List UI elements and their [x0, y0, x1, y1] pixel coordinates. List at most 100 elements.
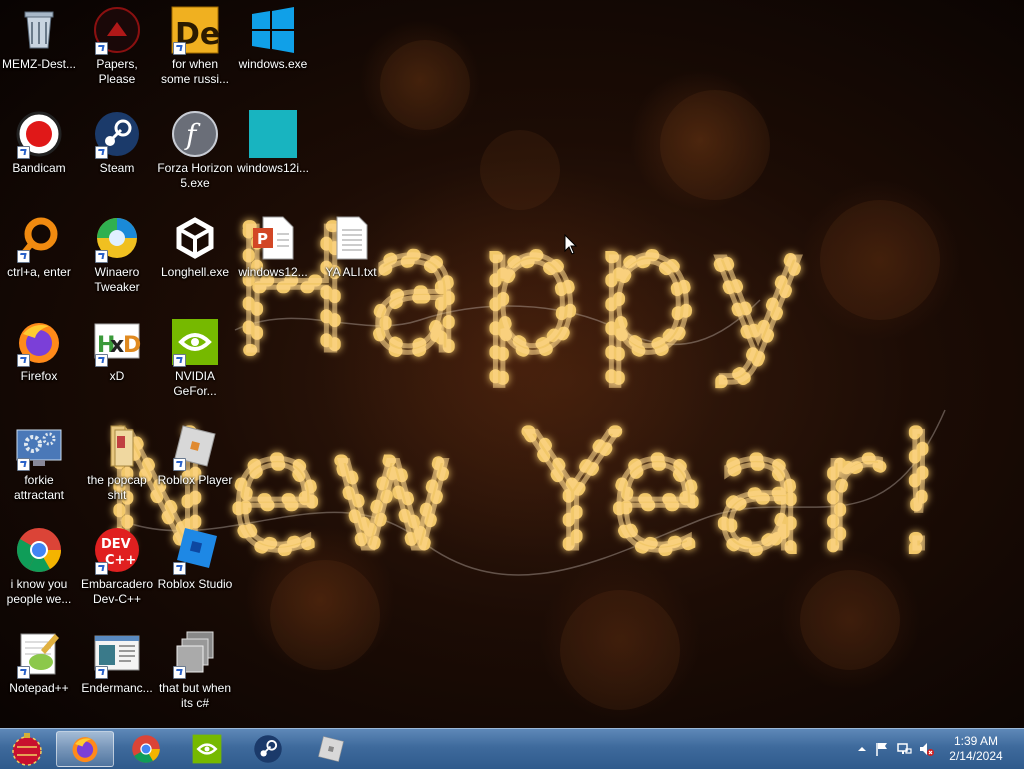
svg-text:DEV: DEV [101, 537, 131, 552]
taskbar-chrome[interactable] [117, 731, 175, 767]
devcpp-icon: DEV C++ [93, 526, 141, 575]
icon-label: Longhell.exe [160, 265, 230, 279]
roblox-player-icon [171, 422, 219, 471]
shortcut-arrow-icon [17, 666, 30, 679]
svg-text:D: D [123, 333, 141, 358]
shortcut-arrow-icon [95, 666, 108, 679]
icon-label: xD [109, 369, 125, 383]
desktop-icon-notepadpp[interactable]: Notepad++ [0, 630, 78, 696]
desktop-icon-forza[interactable]: f Forza Horizon 5.exe [156, 110, 234, 191]
desktop-icon-papers-please[interactable]: Papers, Please [78, 6, 156, 87]
desktop-icon-csharp[interactable]: that but when its c# [156, 630, 234, 711]
icon-label: Bandicam [12, 161, 66, 175]
taskbar: 1:39 AM 2/14/2024 [0, 728, 1024, 769]
icon-label: forkie attractant [13, 473, 65, 502]
desktop-icon-steam[interactable]: Steam [78, 110, 156, 176]
network-icon[interactable] [896, 741, 912, 757]
windows-logo-icon [249, 6, 297, 54]
desktop-icon-roblox-studio[interactable]: Roblox Studio [156, 526, 234, 592]
clock[interactable]: 1:39 AM 2/14/2024 [946, 734, 1006, 764]
taskbar-nvidia[interactable] [178, 731, 236, 767]
firefox-icon [15, 318, 63, 367]
icon-label: NVIDIA GeFor... [173, 369, 217, 398]
wallpaper-wire [234, 299, 761, 346]
desktop-icon-russian[interactable]: De for when some russi... [156, 6, 234, 87]
show-hidden-icons-chevron-icon[interactable] [854, 741, 870, 757]
de-app-icon: De [171, 6, 220, 55]
desktop-icon-popcap[interactable]: the popcap shit [78, 422, 156, 503]
desktop-icon-memz[interactable]: MEMZ-Dest... [0, 6, 78, 72]
orange-ring-icon [15, 214, 63, 263]
wallpaper-bokeh [560, 590, 680, 710]
desktop-icon-windows12-ppt[interactable]: P windows12... [234, 214, 312, 280]
flash-icon: f [171, 110, 219, 158]
taskbar-firefox[interactable] [56, 731, 114, 767]
icon-label: i know you people we... [6, 577, 72, 606]
shortcut-arrow-icon [173, 666, 186, 679]
mouse-cursor-icon [564, 234, 578, 255]
taskbar-steam[interactable] [239, 731, 297, 767]
shortcut-arrow-icon [173, 354, 186, 367]
shortcut-arrow-icon [17, 146, 30, 159]
icon-label: Steam [99, 161, 135, 175]
desktop-icon-bandicam[interactable]: Bandicam [0, 110, 78, 176]
action-center-flag-icon[interactable] [874, 741, 890, 757]
desktop-icon-ya-ali[interactable]: YA ALI.txt [312, 214, 390, 280]
unity-icon [171, 214, 219, 262]
icon-label: ctrl+a, enter [7, 265, 71, 279]
desktop-icon-winaero[interactable]: Winaero Tweaker [78, 214, 156, 295]
shortcut-arrow-icon [95, 354, 108, 367]
chrome-icon [15, 526, 63, 574]
desktop-icon-longhell[interactable]: Longhell.exe [156, 214, 234, 280]
desktop-icon-windows-exe[interactable]: windows.exe [234, 6, 312, 72]
icon-label: for when some russi... [160, 57, 229, 86]
shortcut-arrow-icon [17, 354, 30, 367]
start-button[interactable] [0, 731, 54, 767]
taskbar-roblox[interactable] [302, 731, 360, 767]
svg-text:C++: C++ [105, 553, 136, 568]
icon-label: Forza Horizon 5.exe [157, 161, 233, 190]
powerpoint-icon: P [249, 214, 297, 262]
icon-label: Notepad++ [9, 681, 69, 695]
stack-icon [171, 630, 219, 679]
shortcut-arrow-icon [95, 146, 108, 159]
icon-label: that but when its c# [158, 681, 232, 710]
desktop-icon-nvidia[interactable]: NVIDIA GeFor... [156, 318, 234, 399]
volume-muted-icon[interactable] [918, 741, 934, 757]
desktop-icon-windows12i[interactable]: windows12i... [234, 110, 312, 176]
desktop-icon-endermanch[interactable]: Endermanc... [78, 630, 156, 696]
control-panel-icon [15, 422, 63, 471]
wallpaper-bokeh [380, 40, 470, 130]
nvidia-icon [192, 734, 222, 764]
bandicam-icon [15, 110, 63, 159]
desktop-icon-xd[interactable]: HxD xD [78, 318, 156, 384]
desktop-icon-firefox[interactable]: Firefox [0, 318, 78, 384]
desktop-icon-ctrl-a[interactable]: ctrl+a, enter [0, 214, 78, 280]
svg-text:P: P [257, 230, 268, 248]
chrome-icon [132, 735, 160, 763]
wallpaper-bokeh [820, 200, 940, 320]
shortcut-arrow-icon [17, 250, 30, 263]
desktop-icon-chrome[interactable]: i know you people we... [0, 526, 78, 607]
icon-label: Firefox [20, 369, 58, 383]
icon-label: Papers, Please [96, 57, 138, 86]
wallpaper-bokeh [480, 130, 560, 210]
shortcut-arrow-icon [173, 562, 186, 575]
nvidia-icon [171, 318, 219, 367]
desktop-icon-roblox-player[interactable]: Roblox Player [156, 422, 234, 488]
desktop-icon-devcpp[interactable]: DEV C++ Embarcadero Dev-C++ [78, 526, 156, 607]
desktop-icon-forkie[interactable]: forkie attractant [0, 422, 78, 503]
hxd-icon: HxD [93, 318, 141, 367]
start-orb-icon [12, 733, 42, 766]
wallpaper-bokeh [270, 560, 380, 670]
icon-label: MEMZ-Dest... [2, 57, 76, 71]
icon-label: YA ALI.txt [325, 265, 377, 279]
folder-icon [93, 422, 141, 470]
icon-label: windows.exe [238, 57, 308, 71]
text-file-icon [327, 214, 375, 262]
roblox-studio-icon [171, 526, 219, 575]
shortcut-arrow-icon [95, 562, 108, 575]
icon-label: windows12i... [236, 161, 310, 175]
teal-square-icon [249, 110, 297, 158]
desktop: Happy Happy New Year! New Year! MEMZ-Des… [0, 0, 1024, 728]
